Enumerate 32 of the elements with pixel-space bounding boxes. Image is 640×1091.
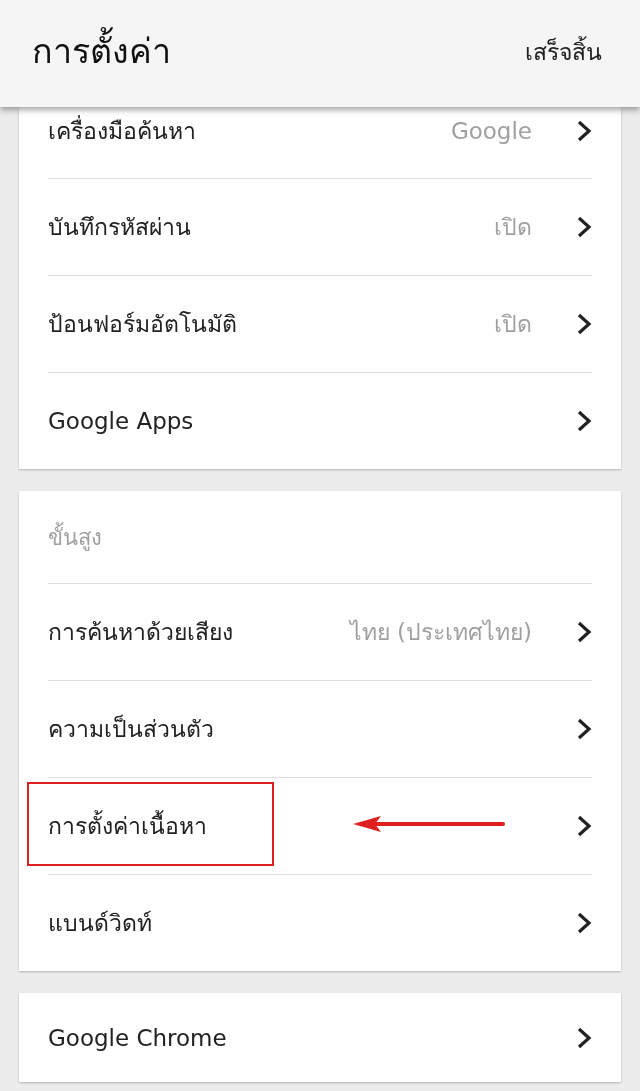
setting-label[interactable]: เครื่องมือค้นหา [48, 112, 435, 149]
setting-label[interactable]: บันทึกรหัสผ่าน [48, 209, 478, 245]
setting-label[interactable]: Google Chrome [48, 1024, 560, 1051]
chevron-icon [576, 409, 592, 433]
setting-label[interactable]: แบนด์วิดท์ [48, 905, 560, 941]
settings-row[interactable]: บันทึกรหัสผ่าน เปิด [48, 179, 592, 276]
chevron-icon [576, 312, 592, 336]
setting-value: ไทย (ประเทศไทย) [349, 618, 532, 647]
setting-value: Google [450, 117, 532, 144]
chevron-icon [576, 717, 592, 741]
setting-value: เปิด [494, 310, 532, 339]
settings-row[interactable]: Google Apps [48, 373, 592, 469]
settings-row[interactable]: แบนด์วิดท์ [48, 875, 592, 971]
setting-label[interactable]: ความเป็นส่วนตัว [48, 711, 560, 747]
page-title: การตั้งค่า [32, 23, 171, 84]
chevron-icon [576, 911, 592, 935]
settings-row[interactable]: ป้อนฟอร์มอัตโนมัติ เปิด [48, 276, 592, 373]
settings-row[interactable]: การค้นหาด้วยเสียง ไทย (ประเทศไทย) [48, 584, 592, 681]
done-button[interactable]: เสร็จสิ้น [525, 29, 602, 78]
chevron-icon [576, 620, 592, 644]
section-heading: ขั้นสูง [48, 521, 102, 553]
setting-value: เปิด [494, 213, 532, 242]
settings-row[interactable]: Google Chrome [48, 993, 592, 1082]
setting-label[interactable]: Google Apps [48, 408, 560, 434]
setting-label[interactable]: การค้นหาด้วยเสียง [48, 614, 334, 650]
chevron-icon [576, 814, 592, 838]
settings-row[interactable]: ความเป็นส่วนตัว [48, 681, 592, 778]
setting-label[interactable]: การตั้งค่าเนื้อหา [48, 808, 560, 844]
chevron-icon [576, 215, 592, 239]
setting-label[interactable]: ป้อนฟอร์มอัตโนมัติ [48, 306, 478, 342]
chevron-icon [576, 118, 592, 143]
chevron-icon [576, 1025, 592, 1050]
